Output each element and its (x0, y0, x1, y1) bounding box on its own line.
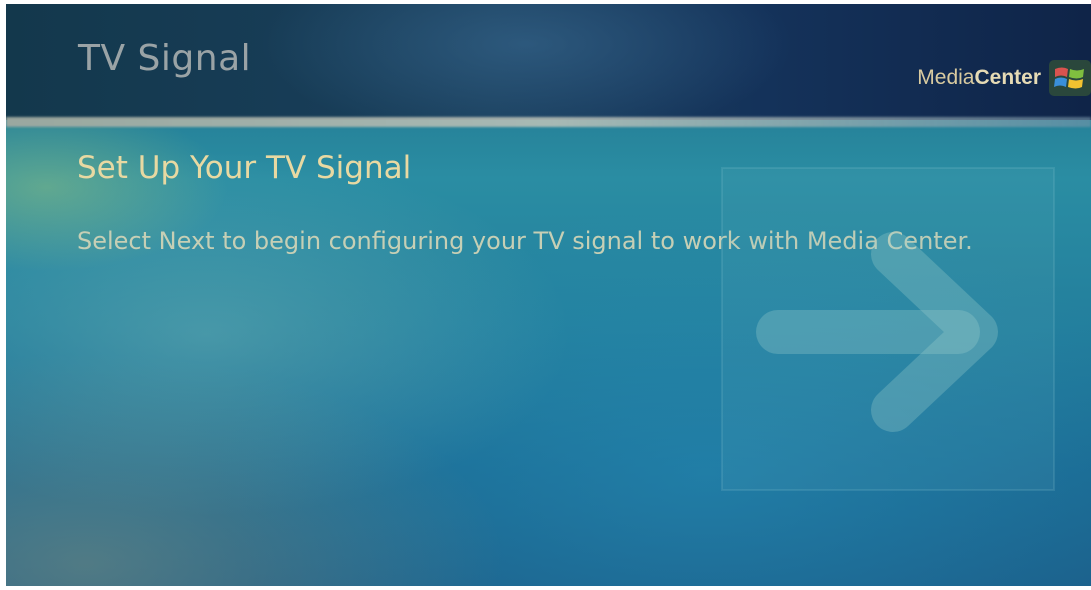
arrow-right-icon (721, 167, 1055, 491)
section-heading: Set Up Your TV Signal (77, 150, 412, 186)
header-divider (6, 117, 1091, 127)
brand-text-media: Media (917, 66, 975, 89)
brand-text-center: Center (974, 66, 1041, 89)
media-center-brand: MediaCenter (917, 66, 1041, 90)
page-title: TV Signal (78, 38, 252, 79)
media-center-screen: TV Signal MediaCenter Set Up Your TV Sig… (6, 4, 1091, 586)
windows-flag-icon (1049, 60, 1091, 96)
